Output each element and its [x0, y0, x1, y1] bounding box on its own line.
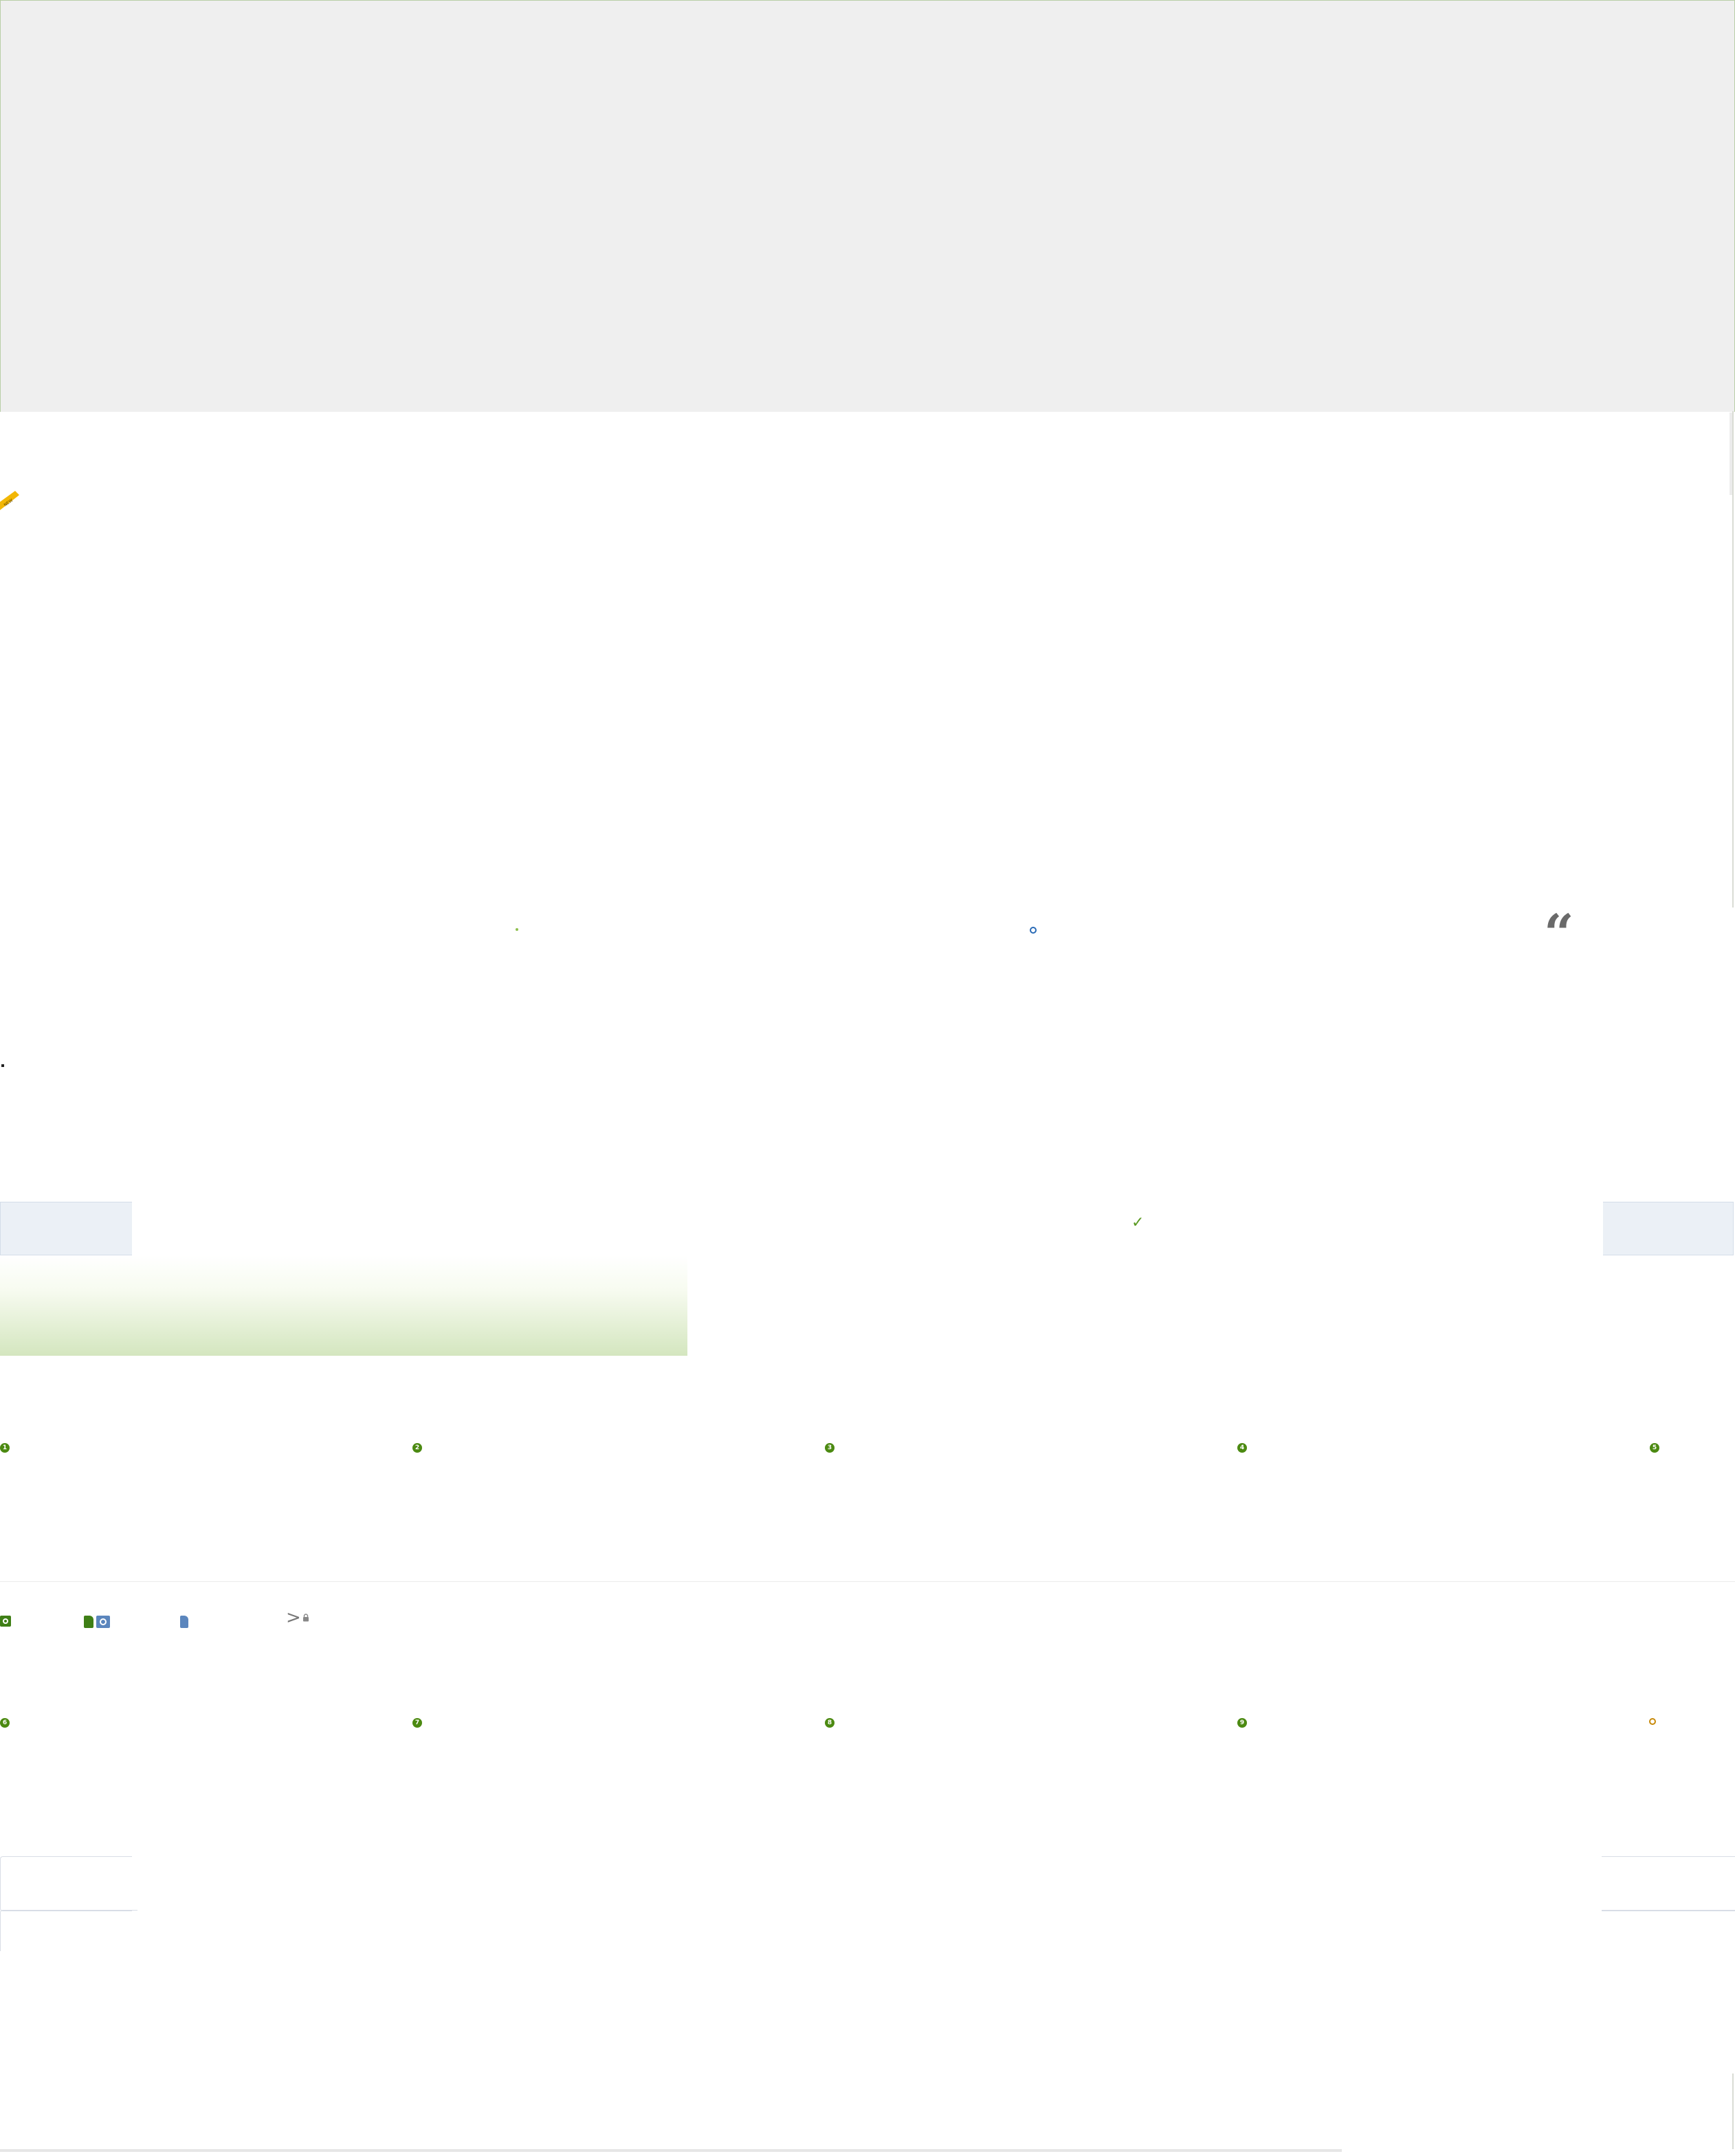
step-marker-pending — [1649, 1718, 1656, 1725]
chevron-right-icon[interactable]: > — [286, 1609, 301, 1627]
document-blue-icon[interactable] — [180, 1616, 188, 1628]
new-ribbon: NEW — [0, 490, 21, 517]
step-number-8: 8 — [825, 1718, 835, 1728]
quote-icon: “ — [1544, 903, 1574, 964]
step-number-1: 1 — [0, 1443, 10, 1453]
step-number-4: 4 — [1237, 1443, 1247, 1453]
feature-marker-dot — [516, 928, 518, 931]
document-green-icon[interactable] — [84, 1616, 93, 1628]
step-number-2: 2 — [412, 1443, 422, 1453]
top-banner — [0, 0, 1735, 412]
info-strip-content — [132, 1202, 1603, 1257]
bottom-panel-2-content — [137, 1904, 1602, 1959]
horizontal-scrollbar[interactable] — [0, 2149, 1342, 2152]
bullet-dot — [1, 1064, 4, 1067]
feature-marker-ring — [1030, 927, 1037, 934]
step-number-6: 6 — [0, 1718, 10, 1728]
section-header-gradient — [0, 1255, 687, 1356]
scrollbar-thumb[interactable] — [1730, 412, 1732, 495]
page-right-border-bottom — [1732, 2074, 1734, 2149]
ring-badge-icon[interactable] — [96, 1616, 110, 1628]
step-number-9: 9 — [1237, 1718, 1247, 1728]
lock-icon — [302, 1613, 309, 1622]
check-icon: ✓ — [1131, 1214, 1145, 1231]
page-right-border — [1732, 411, 1734, 908]
target-icon[interactable] — [0, 1616, 11, 1627]
step-number-3: 3 — [825, 1443, 835, 1453]
step-number-5: 5 — [1650, 1443, 1659, 1453]
section-divider — [0, 1581, 1735, 1582]
step-number-7: 7 — [412, 1718, 422, 1728]
